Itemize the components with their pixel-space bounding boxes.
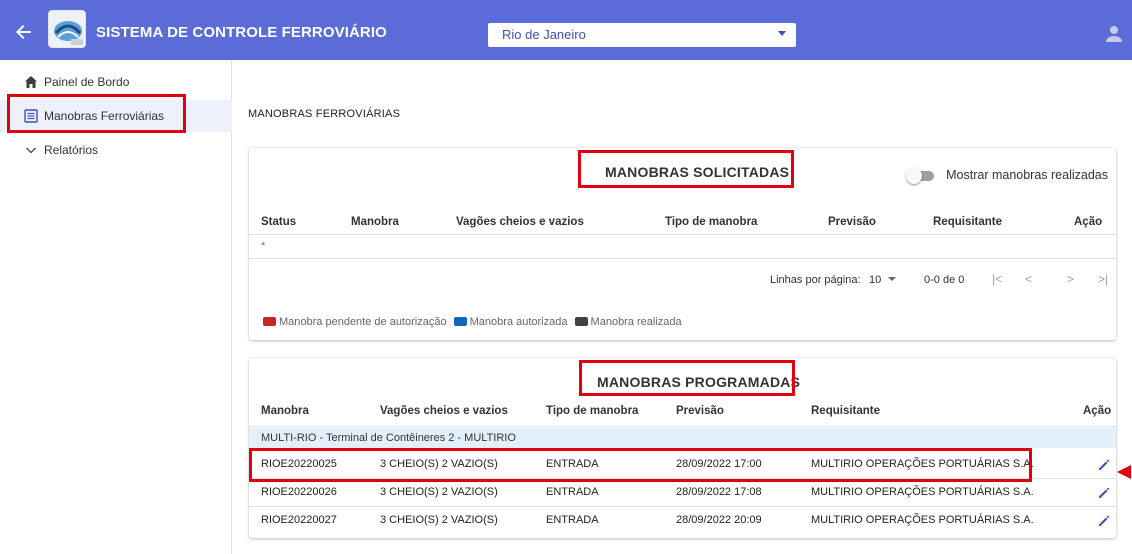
divider [249, 258, 1116, 259]
show-completed-toggle[interactable] [906, 168, 936, 184]
maneuver-type: ENTRADA [546, 486, 599, 498]
app-logo [48, 10, 86, 48]
column-header[interactable]: Previsão [676, 405, 724, 417]
forecast: 28/09/2022 17:08 [676, 486, 762, 498]
wagons: 3 CHEIO(S) 2 VAZIO(S) [380, 514, 498, 526]
toggle-thumb [906, 168, 922, 184]
sidebar-item-label: Relatórios [44, 143, 99, 157]
group-row: MULTI-RIO - Terminal de Contêineres 2 - … [249, 428, 1116, 448]
requested-maneuvers-card: MANOBRAS SOLICITADAS Mostrar manobras re… [249, 148, 1116, 340]
column-header[interactable]: Requisitante [933, 216, 1002, 228]
maneuver-id: RIOE20220025 [261, 458, 337, 470]
rows-per-page-label: Linhas por página: [770, 274, 861, 286]
status-legend: Manobra pendente de autorização Manobra … [263, 316, 686, 330]
first-page-icon[interactable]: |< [992, 272, 1002, 286]
column-header[interactable]: Tipo de manobra [546, 405, 638, 417]
column-header[interactable]: Previsão [828, 216, 876, 228]
sidebar-item-relatorios[interactable]: Relatórios [0, 134, 232, 166]
column-header[interactable]: Manobra [261, 405, 309, 417]
column-header[interactable]: Manobra [351, 216, 399, 228]
empty-row-marker: * [261, 240, 266, 252]
last-page-icon[interactable]: >| [1098, 272, 1108, 286]
column-header[interactable]: Tipo de manobra [665, 216, 757, 228]
column-header[interactable]: Status [261, 216, 296, 228]
divider [249, 478, 1116, 479]
back-arrow-icon[interactable] [14, 22, 34, 42]
city-select[interactable]: Rio de Janeiro [488, 23, 796, 47]
scheduled-maneuvers-card: MANOBRAS PROGRAMADAS Manobra Vagões chei… [249, 358, 1116, 538]
home-icon [24, 75, 38, 89]
legend-swatch-authorized [453, 317, 467, 326]
rows-per-page-value: 10 [869, 274, 882, 286]
sidebar: Painel de Bordo Manobras Ferroviárias Re… [0, 60, 232, 554]
wagons: 3 CHEIO(S) 2 VAZIO(S) [380, 486, 498, 498]
legend-item: Manobra pendente de autorização [263, 316, 447, 328]
legend-swatch-completed [574, 317, 588, 326]
legend-item: Manobra realizada [574, 316, 682, 328]
maneuver-type: ENTRADA [546, 514, 599, 526]
toggle-label: Mostrar manobras realizadas [946, 168, 1108, 182]
column-header[interactable]: Vagões cheios e vazios [380, 405, 508, 417]
sidebar-item-manobras-ferroviarias[interactable]: Manobras Ferroviárias [0, 100, 232, 132]
sidebar-item-painel-de-bordo[interactable]: Painel de Bordo [0, 66, 232, 98]
pointer-arrow-icon [1117, 465, 1131, 479]
column-header[interactable]: Vagões cheios e vazios [456, 216, 584, 228]
caret-down-icon [888, 277, 897, 281]
forecast: 28/09/2022 20:09 [676, 514, 762, 526]
wagons: 3 CHEIO(S) 2 VAZIO(S) [380, 458, 498, 470]
city-select-value: Rio de Janeiro [502, 27, 586, 42]
requester: MULTIRIO OPERAÇÕES PORTUÁRIAS S.A. [811, 458, 1034, 470]
requester: MULTIRIO OPERAÇÕES PORTUÁRIAS S.A. [811, 486, 1034, 498]
forecast: 28/09/2022 17:00 [676, 458, 762, 470]
main-content: MANOBRAS FERROVIÁRIAS MANOBRAS SOLICITAD… [232, 60, 1132, 554]
sidebar-item-label: Painel de Bordo [44, 75, 130, 89]
column-header: Ação [1074, 216, 1103, 228]
requester: MULTIRIO OPERAÇÕES PORTUÁRIAS S.A. [811, 514, 1034, 526]
maneuver-type: ENTRADA [546, 458, 599, 470]
card-title: MANOBRAS PROGRAMADAS [597, 374, 801, 390]
column-header[interactable]: Requisitante [811, 405, 880, 417]
list-icon [24, 109, 38, 123]
edit-pencil-icon[interactable] [1097, 514, 1111, 528]
maneuver-id: RIOE20220026 [261, 486, 337, 498]
legend-swatch-pending [263, 317, 276, 326]
user-account-icon[interactable] [1104, 24, 1124, 44]
divider [249, 234, 1116, 235]
divider [249, 426, 1116, 427]
column-header: Ação [1083, 405, 1112, 417]
rows-per-page-select[interactable]: 10 [869, 274, 897, 286]
top-app-bar: SISTEMA DE CONTROLE FERROVIÁRIO Rio de J… [0, 0, 1132, 60]
page-range: 0-0 de 0 [924, 274, 965, 286]
group-label: MULTI-RIO - Terminal de Contêineres 2 - … [261, 432, 516, 444]
legend-item: Manobra autorizada [453, 316, 567, 328]
previous-page-icon[interactable]: < [1025, 272, 1032, 286]
caret-down-icon [778, 31, 786, 36]
maneuver-id: RIOE20220027 [261, 514, 337, 526]
page-title: MANOBRAS FERROVIÁRIAS [248, 108, 401, 120]
app-title: SISTEMA DE CONTROLE FERROVIÁRIO [96, 24, 387, 41]
edit-pencil-icon[interactable] [1097, 458, 1111, 472]
divider [249, 506, 1116, 507]
sidebar-item-label: Manobras Ferroviárias [44, 109, 165, 123]
card-title: MANOBRAS SOLICITADAS [605, 164, 790, 180]
next-page-icon[interactable]: > [1067, 272, 1074, 286]
edit-pencil-icon[interactable] [1097, 486, 1111, 500]
chevron-down-icon [24, 143, 38, 157]
